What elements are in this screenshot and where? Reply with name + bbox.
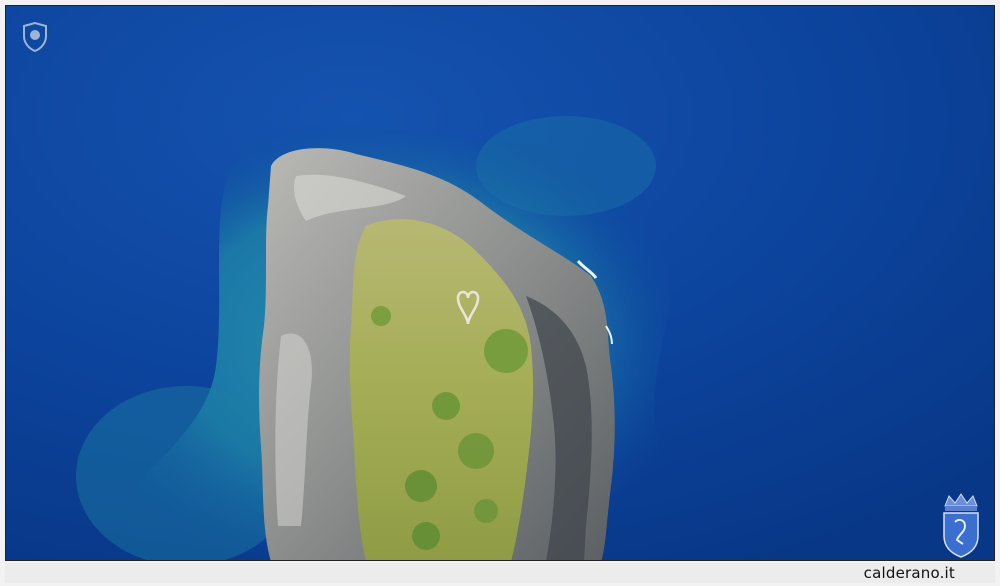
shrub [405, 470, 437, 502]
image-frame: calderano.it [0, 0, 1000, 586]
site-watermark-label: calderano.it [863, 564, 955, 582]
shrub [474, 499, 498, 523]
reef-patch [476, 116, 656, 216]
shrub [484, 329, 528, 373]
aerial-photo [5, 5, 995, 561]
shrub [371, 306, 391, 326]
shield-watermark-icon [23, 22, 47, 52]
caption-bar: calderano.it [5, 563, 995, 583]
aerial-island-illustration [6, 6, 994, 560]
shrub [458, 433, 494, 469]
shrub [412, 522, 440, 550]
crowned-crest-icon [943, 493, 979, 558]
shrub [432, 392, 460, 420]
